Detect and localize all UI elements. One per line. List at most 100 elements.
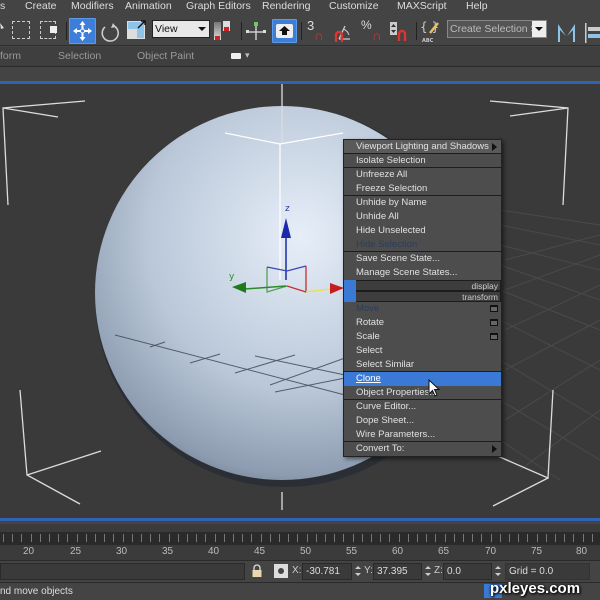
scale-button[interactable] — [127, 19, 149, 43]
quad-label-display[interactable]: display — [344, 280, 501, 291]
time-tick — [444, 534, 446, 542]
time-tick — [306, 534, 308, 542]
quad-item-clone[interactable]: Clone — [344, 372, 501, 386]
edit-named-selection-icon[interactable]: { } ABC — [420, 20, 442, 44]
quad-item-hide-selection: Hide Selection — [344, 238, 501, 252]
z-coordinate-field[interactable]: 0.0 — [443, 563, 492, 580]
quad-item-isolate-selection[interactable]: Isolate Selection — [344, 154, 501, 168]
frame-label: 65 — [438, 546, 450, 557]
options-box-icon[interactable] — [490, 305, 498, 312]
menu-rendering[interactable]: Rendering — [262, 0, 310, 12]
time-tick — [159, 534, 161, 542]
named-selection-set-value: Create Selection Se — [450, 23, 544, 35]
select-window-crossing-icon[interactable] — [40, 21, 62, 41]
time-tick — [269, 534, 271, 542]
time-tick — [463, 534, 464, 542]
time-tick — [573, 534, 575, 542]
z-spinner[interactable] — [494, 564, 502, 579]
keyboard-shortcut-override-button[interactable] — [272, 19, 297, 43]
y-coordinate-field[interactable]: 37.395 — [373, 563, 422, 580]
time-tick — [453, 534, 455, 542]
quad-item-save-scene-state[interactable]: Save Scene State... — [344, 252, 501, 266]
quad-item-object-properties[interactable]: Object Properties... — [344, 386, 501, 400]
quad-item-unhide-all[interactable]: Unhide All — [344, 210, 501, 224]
select-region-icon[interactable] — [12, 21, 30, 39]
reference-coord-value: View — [155, 23, 178, 35]
quad-item-unhide-by-name[interactable]: Unhide by Name — [344, 196, 501, 210]
options-box-icon[interactable] — [490, 333, 498, 340]
named-selection-set-dropdown[interactable]: Create Selection Se — [447, 20, 547, 38]
perspective-viewport[interactable]: z y — [0, 81, 600, 521]
item-label: Manage Scene States... — [356, 267, 458, 278]
mirror-icon[interactable] — [556, 22, 578, 44]
ribbon-options-icon[interactable] — [231, 53, 241, 59]
quad-item-manage-scene-states[interactable]: Manage Scene States... — [344, 266, 501, 280]
menu-item-partial[interactable]: s — [0, 0, 5, 12]
timeline[interactable]: 20 25 30 35 40 45 50 55 60 65 70 75 80 — [0, 524, 600, 560]
quad-item-rotate[interactable]: Rotate — [344, 316, 501, 330]
ribbon-tab-transform[interactable]: form — [0, 50, 21, 62]
spinner-snap-icon[interactable] — [390, 20, 410, 42]
align-icon[interactable] — [584, 22, 600, 44]
snaps-toggle-icon[interactable]: ∩ — [314, 28, 323, 43]
angle-snap-icon[interactable] — [333, 23, 355, 43]
quad-item-wire-parameters[interactable]: Wire Parameters... — [344, 428, 501, 442]
time-ruler[interactable] — [0, 532, 600, 545]
absolute-mode-icon[interactable] — [274, 564, 288, 578]
submenu-arrow-icon — [492, 445, 497, 453]
menu-create[interactable]: Create — [25, 0, 57, 12]
time-tick — [343, 534, 345, 542]
quad-item-select-similar[interactable]: Select Similar — [344, 358, 501, 372]
y-spinner[interactable] — [424, 564, 432, 579]
up-arrow-icon — [279, 26, 290, 35]
ribbon-tab-object-paint[interactable]: Object Paint — [137, 50, 194, 62]
x-coordinate-field[interactable]: -30.781 — [302, 563, 352, 580]
pivot-center-button[interactable] — [214, 21, 238, 43]
time-tick — [591, 534, 593, 542]
ribbon-tab-selection[interactable]: Selection — [58, 50, 101, 62]
quad-item-dope-sheet[interactable]: Dope Sheet... — [344, 414, 501, 428]
ribbon-options-chevron-icon[interactable]: ▾ — [245, 50, 250, 61]
options-box-icon[interactable] — [490, 319, 498, 326]
menu-customize[interactable]: Customize — [329, 0, 379, 12]
item-label: Dope Sheet... — [356, 415, 415, 426]
menu-graph-editors[interactable]: Graph Editors — [186, 0, 251, 12]
quad-item-select[interactable]: Select — [344, 344, 501, 358]
time-tick — [288, 534, 290, 542]
quad-item-hide-unselected[interactable]: Hide Unselected — [344, 224, 501, 238]
time-tick — [472, 534, 474, 542]
quad-item-viewport-lighting[interactable]: Viewport Lighting and Shadows — [344, 140, 501, 154]
rotate-icon[interactable] — [99, 22, 121, 44]
selection-lock-icon[interactable] — [251, 564, 263, 578]
quad-item-unfreeze-all[interactable]: Unfreeze All — [344, 168, 501, 182]
menu-animation[interactable]: Animation — [125, 0, 172, 12]
percent-snap-icon[interactable]: ∩ — [372, 28, 381, 43]
time-tick — [214, 534, 216, 542]
quad-item-curve-editor[interactable]: Curve Editor... — [344, 400, 501, 414]
display-label: display — [471, 281, 498, 291]
quad-item-freeze-selection[interactable]: Freeze Selection — [344, 182, 501, 196]
time-tick — [49, 534, 50, 542]
menu-modifiers[interactable]: Modifiers — [71, 0, 114, 12]
selection-info-field — [0, 563, 245, 580]
select-cursor-icon[interactable] — [0, 21, 6, 35]
menu-maxscript[interactable]: MAXScript — [397, 0, 447, 12]
quad-item-convert-to[interactable]: Convert To: — [344, 442, 501, 456]
time-tick — [39, 534, 41, 542]
time-tick — [490, 534, 492, 542]
quad-item-scale[interactable]: Scale — [344, 330, 501, 344]
percent-snap-label: % — [361, 18, 372, 32]
frame-label: 60 — [392, 546, 404, 557]
quad-color-swatch — [344, 291, 356, 302]
frame-label: 20 — [23, 546, 35, 557]
x-spinner[interactable] — [354, 564, 362, 579]
select-and-move-button[interactable] — [69, 18, 96, 44]
time-tick — [315, 534, 317, 542]
quad-label-transform[interactable]: transform — [344, 291, 501, 302]
time-tick — [76, 534, 78, 542]
manipulate-icon[interactable] — [245, 21, 267, 41]
time-tick — [85, 534, 87, 542]
reference-coordinate-dropdown[interactable]: View — [152, 20, 210, 38]
time-tick — [398, 534, 400, 542]
menu-help[interactable]: Help — [466, 0, 488, 12]
